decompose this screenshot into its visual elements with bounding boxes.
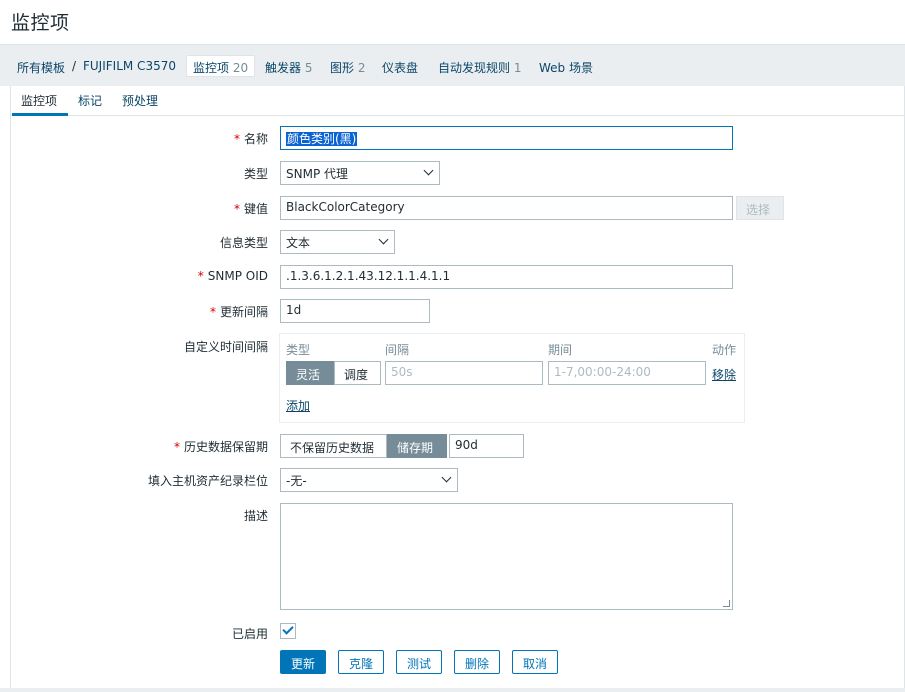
chevron-down-icon — [423, 165, 434, 176]
custom-col-interval: 间隔 — [385, 343, 410, 357]
nav-web-scenarios[interactable]: Web 场景 — [539, 59, 593, 76]
chevron-down-icon — [378, 234, 389, 245]
info-type-label: 信息类型 — [219, 236, 268, 250]
nav-dashboards[interactable]: 仪表盘 — [382, 59, 418, 76]
item-form-container: 监控项 标记 预处理 * 名称 颜色类别(黑) 类型 SNMP 代理 * 键值 Bl… — [10, 86, 905, 690]
checkmark-icon — [282, 623, 294, 635]
bottom-bar — [0, 688, 905, 692]
nav-graphs-label: 图形 — [330, 61, 355, 75]
required-marker: * — [233, 202, 240, 216]
flexible-toggle[interactable]: 灵活 — [286, 361, 334, 385]
nav-items-label: 监控项 — [193, 61, 230, 75]
inventory-field-select[interactable]: -无- — [280, 468, 458, 492]
test-button[interactable]: 测试 — [396, 650, 443, 674]
update-interval-label: * 更新间隔 — [209, 305, 268, 319]
name-label: * 名称 — [233, 132, 268, 146]
required-marker: * — [197, 269, 204, 283]
type-select[interactable]: SNMP 代理 — [280, 161, 440, 185]
nav-discovery-rules[interactable]: 自动发现规则 1 — [438, 59, 521, 76]
required-marker: * — [209, 305, 216, 319]
add-interval-link[interactable]: 添加 — [286, 397, 310, 414]
inventory-field-label: 填入主机资产纪录栏位 — [147, 474, 268, 488]
history-period-input[interactable]: 90d — [449, 434, 524, 458]
scheduling-toggle[interactable]: 调度 — [334, 361, 381, 385]
key-label: * 键值 — [233, 202, 268, 216]
enabled-label: 已启用 — [231, 627, 268, 641]
nav-graphs-count: 2 — [357, 61, 366, 75]
remove-interval-link[interactable]: 移除 — [712, 366, 736, 383]
history-label: * 历史数据保留期 — [173, 440, 268, 454]
type-label: 类型 — [243, 167, 268, 181]
snmp-oid-input[interactable]: .1.3.6.1.2.1.43.12.1.1.4.1.1 — [280, 265, 733, 289]
resize-handle-icon[interactable] — [723, 600, 730, 607]
update-interval-input[interactable]: 1d — [280, 299, 430, 323]
key-select-button[interactable]: 选择 — [736, 196, 784, 220]
clone-button[interactable]: 克隆 — [338, 650, 385, 674]
description-textarea[interactable] — [280, 503, 733, 610]
chevron-down-icon — [441, 472, 452, 483]
breadcrumb-all-templates[interactable]: 所有模板 — [17, 59, 65, 76]
description-label: 描述 — [243, 509, 268, 523]
nav-items-current[interactable]: 监控项 20 — [186, 55, 256, 77]
nav-graphs[interactable]: 图形 2 — [330, 59, 365, 76]
page-title: 监控项 — [11, 12, 70, 34]
delete-button[interactable]: 删除 — [454, 650, 501, 674]
custom-interval-input[interactable]: 50s — [385, 361, 543, 385]
nav-discovery-label: 自动发现规则 — [438, 61, 511, 75]
custom-col-action: 动作 — [712, 343, 737, 357]
required-marker: * — [173, 440, 180, 454]
history-no-keep-toggle[interactable]: 不保留历史数据 — [280, 434, 387, 458]
custom-intervals-table: 类型 间隔 期间 动作 灵活 调度 50s 1-7,00:00-24:00 移除… — [279, 333, 745, 423]
nav-discovery-count: 1 — [513, 61, 522, 75]
key-input[interactable]: BlackColorCategory — [280, 196, 733, 220]
nav-triggers-label: 触发器 — [265, 61, 302, 75]
name-input[interactable]: 颜色类别(黑) — [280, 126, 733, 150]
info-type-select[interactable]: 文本 — [280, 230, 395, 254]
update-button[interactable]: 更新 — [280, 650, 327, 674]
nav-triggers[interactable]: 触发器 5 — [265, 59, 312, 76]
breadcrumb-separator: / — [72, 59, 77, 73]
tab-preprocessing[interactable]: 预处理 — [122, 92, 158, 109]
enabled-checkbox[interactable] — [280, 623, 296, 639]
snmp-oid-label: * SNMP OID — [197, 269, 268, 283]
history-store-toggle[interactable]: 储存期 — [387, 434, 447, 458]
active-tab-indicator — [12, 113, 68, 116]
breadcrumb: 所有模板 / FUJIFILM C3570 监控项 20 触发器 5 图形 2 … — [0, 44, 905, 86]
required-marker: * — [233, 132, 240, 146]
custom-col-type: 类型 — [286, 343, 311, 357]
breadcrumb-host[interactable]: FUJIFILM C3570 — [83, 59, 176, 73]
form-tabs: 监控项 标记 预处理 — [11, 86, 904, 116]
cancel-button[interactable]: 取消 — [512, 650, 559, 674]
tab-tags[interactable]: 标记 — [78, 92, 102, 109]
custom-period-input[interactable]: 1-7,00:00-24:00 — [548, 361, 706, 385]
name-input-value: 颜色类别(黑) — [286, 132, 358, 146]
custom-intervals-label: 自定义时间间隔 — [183, 340, 268, 354]
tab-item[interactable]: 监控项 — [21, 92, 57, 109]
nav-items-count: 20 — [232, 61, 249, 75]
nav-triggers-count: 5 — [304, 61, 313, 75]
custom-col-period: 期间 — [548, 343, 573, 357]
